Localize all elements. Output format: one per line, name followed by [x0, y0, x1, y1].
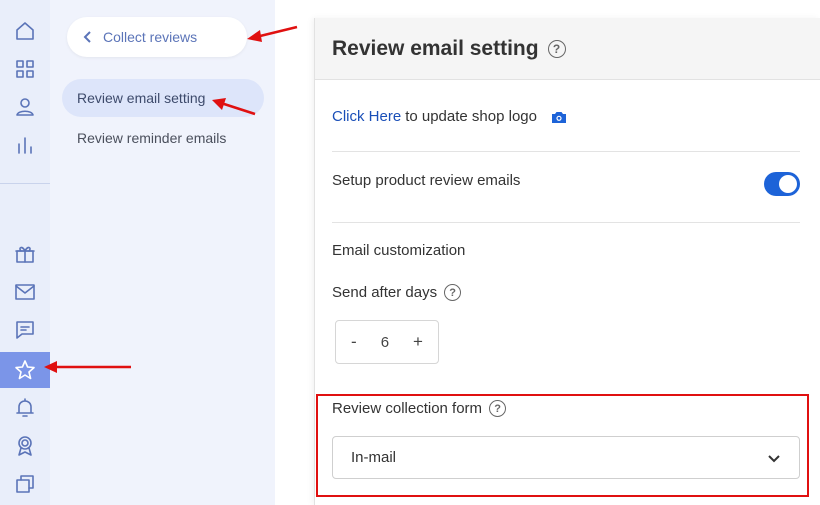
page-title: Review email setting: [332, 36, 539, 60]
subnav-item-label: Review reminder emails: [77, 130, 227, 146]
send-after-days-stepper: - 6 +: [335, 320, 439, 364]
subnav-item-review-reminder-emails[interactable]: Review reminder emails: [62, 119, 264, 157]
increment-button[interactable]: +: [407, 332, 429, 352]
back-button-label: Collect reviews: [103, 29, 198, 45]
grid-icon[interactable]: [0, 51, 50, 87]
send-after-days-label: Send after days: [332, 284, 438, 301]
email-customization-heading: Email customization: [332, 242, 466, 259]
home-icon[interactable]: [0, 13, 50, 49]
help-icon[interactable]: ?: [444, 284, 462, 301]
copy-icon[interactable]: [0, 466, 50, 502]
rail-divider: [0, 183, 50, 184]
stepper-value[interactable]: 6: [381, 334, 389, 351]
setup-emails-toggle[interactable]: [764, 172, 800, 196]
subnav-item-review-email-setting[interactable]: Review email setting: [62, 79, 264, 117]
highlight-box: [316, 394, 809, 497]
toggle-knob: [779, 175, 797, 193]
gift-icon[interactable]: [0, 236, 50, 272]
bell-icon[interactable]: [0, 390, 50, 426]
user-icon[interactable]: [0, 89, 50, 125]
sub-navigation: Collect reviews Review email setting Rev…: [50, 0, 275, 505]
chat-icon[interactable]: [0, 312, 50, 348]
update-logo-link[interactable]: Click Here: [332, 108, 401, 125]
bar-chart-icon[interactable]: [0, 127, 50, 163]
setup-emails-row: Setup product review emails: [332, 172, 800, 196]
star-icon[interactable]: [0, 352, 50, 388]
setup-emails-label: Setup product review emails: [332, 172, 521, 189]
help-icon[interactable]: ?: [547, 39, 566, 58]
divider: [332, 151, 800, 152]
send-after-days-row: Send after days ?: [332, 284, 800, 301]
update-logo-text: to update shop logo: [405, 108, 537, 125]
camera-icon[interactable]: [551, 110, 567, 124]
mail-icon[interactable]: [0, 274, 50, 310]
icon-rail: [0, 0, 50, 505]
award-icon[interactable]: [0, 428, 50, 464]
subnav-item-label: Review email setting: [77, 90, 206, 106]
chevron-left-icon: [83, 31, 91, 43]
divider: [332, 222, 800, 223]
decrement-button[interactable]: -: [345, 332, 363, 352]
shop-logo-row: Click Here to update shop logo: [332, 108, 800, 125]
panel-header: Review email setting ?: [315, 18, 820, 80]
back-button[interactable]: Collect reviews: [67, 17, 247, 57]
